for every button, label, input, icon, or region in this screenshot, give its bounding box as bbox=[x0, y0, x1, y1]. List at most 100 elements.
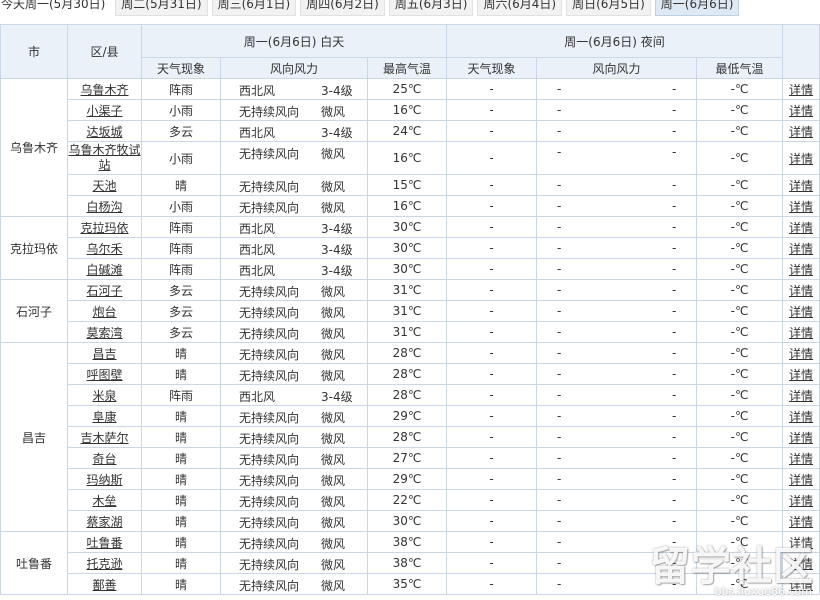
detail-link[interactable]: 详情 bbox=[789, 410, 813, 424]
detail-link[interactable]: 详情 bbox=[789, 515, 813, 529]
detail-link[interactable]: 详情 bbox=[789, 305, 813, 319]
detail-link[interactable]: 详情 bbox=[789, 368, 813, 382]
detail-link[interactable]: 详情 bbox=[789, 557, 813, 571]
high-temp-cell: 28℃ bbox=[366, 342, 448, 364]
detail-link[interactable]: 详情 bbox=[789, 221, 813, 235]
tab-day-4[interactable]: 周五(6月3日) bbox=[388, 0, 474, 16]
county-link[interactable]: 鄯善 bbox=[92, 578, 116, 592]
day-wind-cell: 无持续风向 微风 bbox=[220, 195, 368, 217]
wind-direction: 无持续风向 bbox=[239, 285, 300, 299]
day-wind-cell: 西北风 3-4级 bbox=[220, 237, 368, 259]
detail-link[interactable]: 详情 bbox=[789, 125, 813, 139]
tab-day-6[interactable]: 周日(6月5日) bbox=[566, 0, 651, 16]
detail-link[interactable]: 详情 bbox=[789, 242, 813, 256]
county-cell: 白杨沟 bbox=[67, 195, 142, 217]
county-cell: 乌鲁木齐牧试站 bbox=[67, 141, 142, 175]
detail-cell: 详情 bbox=[782, 174, 820, 196]
day-wind-cell: 西北风 3-4级 bbox=[220, 120, 368, 142]
county-link[interactable]: 玛纳斯 bbox=[86, 473, 122, 487]
county-link[interactable]: 乌尔禾 bbox=[86, 242, 122, 256]
county-link[interactable]: 昌吉 bbox=[92, 347, 116, 361]
detail-link[interactable]: 详情 bbox=[789, 452, 813, 466]
county-link[interactable]: 小渠子 bbox=[86, 104, 122, 118]
day-weather-cell: 阵雨 bbox=[141, 258, 221, 280]
tab-day-1[interactable]: 周二(5月31日) bbox=[115, 0, 208, 16]
table-row: 呼图壁晴无持续风向 微风 28℃ - - - -℃ 详情 bbox=[1, 363, 820, 385]
tab-day-0[interactable]: 今天周一(5月30日) bbox=[0, 0, 111, 16]
detail-link[interactable]: 详情 bbox=[789, 200, 813, 214]
tab-day-3[interactable]: 周四(6月2日) bbox=[300, 0, 385, 16]
detail-link[interactable]: 详情 bbox=[789, 83, 813, 97]
detail-link[interactable]: 详情 bbox=[789, 578, 813, 592]
county-link[interactable]: 吐鲁番 bbox=[86, 536, 122, 550]
county-cell: 白碱滩 bbox=[67, 258, 142, 280]
detail-link[interactable]: 详情 bbox=[789, 389, 813, 403]
day-weather-cell: 晴 bbox=[141, 342, 221, 364]
county-link[interactable]: 达坂城 bbox=[86, 125, 122, 139]
night-wind-force: - bbox=[672, 103, 677, 117]
night-wind-force: - bbox=[672, 178, 677, 192]
county-link[interactable]: 呼图壁 bbox=[86, 368, 122, 382]
detail-link[interactable]: 详情 bbox=[789, 104, 813, 118]
detail-link[interactable]: 详情 bbox=[789, 473, 813, 487]
county-link[interactable]: 克拉玛依 bbox=[80, 221, 128, 235]
county-link[interactable]: 托克逊 bbox=[86, 557, 122, 571]
wind-direction: 西北风 bbox=[239, 243, 276, 257]
county-link[interactable]: 乌鲁木齐 bbox=[80, 83, 128, 97]
detail-link[interactable]: 详情 bbox=[789, 431, 813, 445]
county-cell: 奇台 bbox=[67, 447, 142, 469]
day-weather-cell: 多云 bbox=[141, 300, 221, 322]
night-wind-force: - bbox=[672, 346, 677, 360]
detail-link[interactable]: 详情 bbox=[789, 179, 813, 193]
detail-link[interactable]: 详情 bbox=[789, 347, 813, 361]
county-link[interactable]: 石河子 bbox=[86, 284, 122, 298]
night-wind-force: - bbox=[672, 577, 677, 591]
low-temp-cell: -℃ bbox=[696, 552, 784, 574]
detail-link[interactable]: 详情 bbox=[789, 284, 813, 298]
forecast-body: 乌鲁木齐 乌鲁木齐 阵雨 西北风 3-4级 25℃ - - - -℃ 详情 小渠子 小雨 无持续风向 微风 1… bbox=[0, 78, 820, 595]
county-link[interactable]: 吉木萨尔 bbox=[80, 431, 128, 445]
table-row: 小渠子 小雨 无持续风向 微风 16℃ - - - -℃ 详情 bbox=[1, 99, 820, 121]
night-weather-cell: - bbox=[446, 384, 538, 406]
wind-force: 微风 bbox=[321, 579, 346, 593]
table-row: 克拉玛依 克拉玛依 阵雨 西北风 3-4级 30℃ - - - -℃ 详情 bbox=[0, 216, 820, 280]
night-weather-cell: - bbox=[446, 321, 538, 343]
detail-link[interactable]: 详情 bbox=[789, 536, 813, 550]
night-weather-cell: - bbox=[446, 195, 538, 217]
night-wind-direction: - bbox=[557, 535, 562, 549]
day-weather-cell: 晴 bbox=[141, 468, 221, 490]
county-link[interactable]: 白杨沟 bbox=[86, 200, 122, 214]
tab-day-5[interactable]: 周六(6月4日) bbox=[477, 0, 563, 16]
day-weather-cell: 阵雨 bbox=[141, 78, 221, 100]
county-cell: 蔡家湖 bbox=[67, 510, 142, 532]
wind-direction: 无持续风向 bbox=[239, 369, 300, 383]
tab-day-7[interactable]: 周一(6月6日) bbox=[654, 0, 740, 16]
tab-day-2[interactable]: 周三(6月1日) bbox=[211, 0, 297, 16]
detail-link[interactable]: 详情 bbox=[789, 326, 813, 340]
county-link[interactable]: 炮台 bbox=[92, 305, 116, 319]
county-link[interactable]: 奇台 bbox=[92, 452, 116, 466]
county-link[interactable]: 白碱滩 bbox=[86, 263, 122, 277]
night-wind-direction: - bbox=[557, 367, 562, 381]
night-wind-direction: - bbox=[557, 451, 562, 465]
detail-cell: 详情 bbox=[782, 300, 820, 322]
detail-link[interactable]: 详情 bbox=[789, 152, 813, 166]
county-link[interactable]: 木垒 bbox=[92, 494, 116, 508]
county-cell: 托克逊 bbox=[67, 552, 142, 574]
day-weather-cell: 晴 bbox=[141, 573, 221, 595]
city-cell: 昌吉 bbox=[0, 342, 68, 532]
detail-link[interactable]: 详情 bbox=[789, 263, 813, 277]
county-link[interactable]: 乌鲁木齐牧试站 bbox=[69, 143, 141, 172]
night-weather-cell: - bbox=[446, 363, 538, 385]
night-wind-force: - bbox=[672, 82, 677, 96]
county-link[interactable]: 蔡家湖 bbox=[86, 515, 122, 529]
county-link[interactable]: 米泉 bbox=[92, 389, 116, 403]
county-link[interactable]: 阜康 bbox=[92, 410, 116, 424]
night-wind-direction: - bbox=[557, 472, 562, 486]
county-link[interactable]: 莫索湾 bbox=[86, 326, 122, 340]
county-link[interactable]: 天池 bbox=[92, 179, 116, 193]
detail-cell: 详情 bbox=[782, 405, 820, 427]
night-wind-direction: - bbox=[557, 514, 562, 528]
night-wind-cell: -- bbox=[536, 573, 698, 595]
detail-link[interactable]: 详情 bbox=[789, 494, 813, 508]
